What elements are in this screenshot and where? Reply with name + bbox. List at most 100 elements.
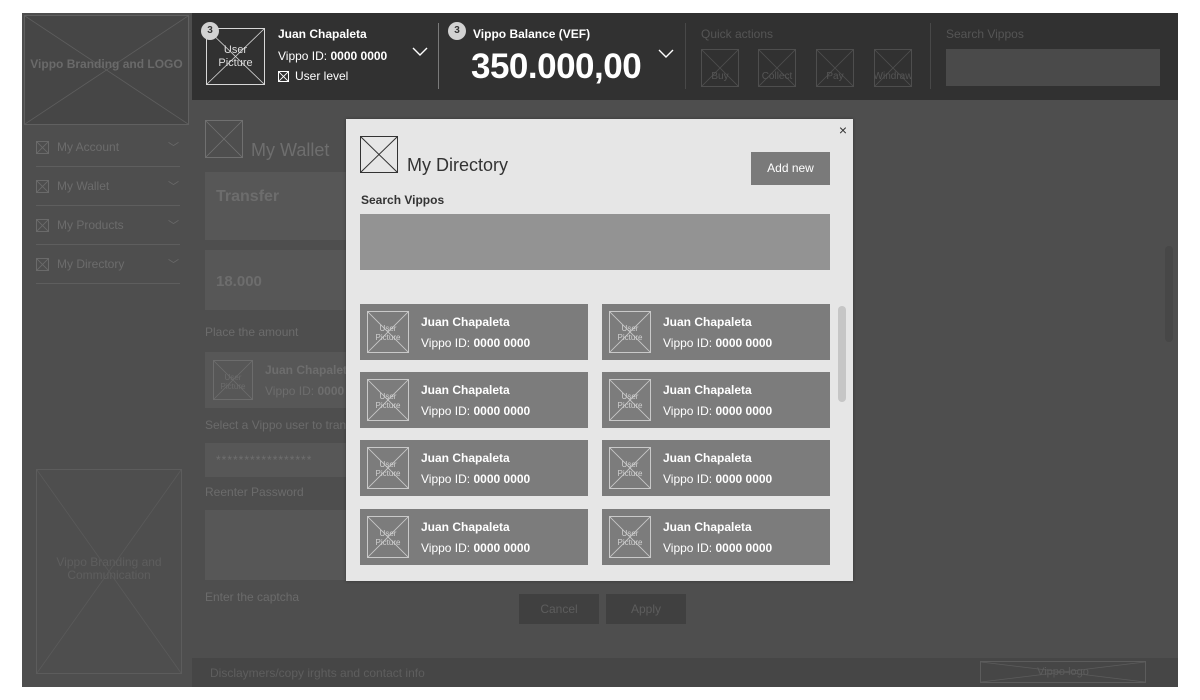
contact-card[interactable]: User Picture Juan Chapaleta Vippo ID: 00…: [360, 304, 588, 360]
contact-card[interactable]: User Picture Juan Chapaleta Vippo ID: 00…: [360, 372, 588, 428]
password-field[interactable]: *****************: [205, 443, 355, 477]
sidebar-item-label: My Directory: [57, 257, 125, 271]
contact-id: Vippo ID: 0000 0000: [663, 404, 772, 418]
quick-action-label: Collect: [761, 71, 793, 82]
directory-icon: [360, 136, 398, 173]
header-search-label: Search Vippos: [946, 27, 1024, 41]
contact-name: Juan Chapaleta: [421, 451, 510, 465]
vippo-id-label: Vippo ID:: [663, 541, 713, 555]
avatar-label: User Picture: [617, 392, 643, 410]
vippo-id-label: Vippo ID:: [421, 404, 471, 418]
my-directory-modal: × My Directory Add new Search Vippos Use…: [346, 119, 853, 581]
vippo-id-value: 0000: [317, 384, 345, 398]
sidebar-item-label: My Products: [57, 218, 124, 232]
footer-logo-label: Vippo logo: [1037, 666, 1089, 678]
sidebar-item-my-products[interactable]: My Products ﹀: [36, 206, 180, 245]
sidebar-item-my-account[interactable]: My Account ﹀: [36, 128, 180, 167]
quick-action-label: Windraw: [874, 71, 912, 82]
password-value: *****************: [216, 453, 313, 467]
vippo-id-value: 0000 0000: [715, 541, 773, 555]
balance-label: Vippo Balance (VEF): [473, 27, 591, 41]
contact-name: Juan Chapaleta: [421, 520, 510, 534]
avatar-label: User Picture: [375, 324, 401, 342]
contacts-scrollbar[interactable]: [838, 306, 846, 402]
chevron-down-icon: ﹀: [168, 220, 179, 232]
avatar-label: User Picture: [375, 392, 401, 410]
reenter-password-label: Reenter Password: [205, 485, 304, 499]
vippo-id-label: Vippo ID:: [663, 336, 713, 350]
footer: Disclaymers/copy irghts and contact info…: [192, 658, 1178, 687]
contact-card[interactable]: User Picture Juan Chapaleta Vippo ID: 00…: [602, 372, 830, 428]
contact-id: Vippo ID: 0000 0000: [421, 404, 530, 418]
quick-action-buy-button[interactable]: Buy: [701, 49, 739, 87]
vippo-id-value: 0000 0000: [330, 49, 388, 63]
amount-field[interactable]: 18.000: [205, 250, 355, 310]
balance-menu-chevron-icon[interactable]: [658, 49, 674, 59]
vippo-id-value: 0000 0000: [715, 404, 773, 418]
vippo-id-value: 0000 0000: [715, 472, 773, 486]
contact-card[interactable]: User Picture Juan Chapaleta Vippo ID: 00…: [360, 509, 588, 565]
page-title: My Wallet: [251, 140, 330, 160]
contact-id: Vippo ID: 0000 0000: [663, 336, 772, 350]
vippo-id-value: 0000 0000: [473, 404, 531, 418]
user-avatar: User Picture: [609, 447, 651, 489]
quick-action-pay-button[interactable]: Pay: [816, 49, 854, 87]
contact-id: Vippo ID: 0000 0000: [663, 541, 772, 555]
apply-button[interactable]: Apply: [606, 594, 686, 624]
user-avatar: User Picture: [609, 379, 651, 421]
avatar-label: User Picture: [617, 324, 643, 342]
sidebar-item-my-wallet[interactable]: My Wallet ﹀: [36, 167, 180, 206]
user-level-icon: [278, 70, 289, 82]
page-scrollbar[interactable]: [1165, 246, 1173, 342]
user-menu-chevron-icon[interactable]: [412, 47, 428, 57]
contact-name: Juan Chapaleta: [421, 383, 510, 397]
vippo-id-value: 0000 0000: [715, 336, 773, 350]
add-new-button[interactable]: Add new: [751, 152, 830, 185]
user-avatar: User Picture: [367, 516, 409, 558]
captcha-image: [205, 510, 355, 580]
cancel-button[interactable]: Cancel: [519, 594, 599, 624]
sidebar-nav: My Account ﹀ My Wallet ﹀ My Products ﹀ M…: [36, 128, 180, 284]
quick-action-label: Pay: [826, 71, 844, 82]
transfer-tab[interactable]: Transfer: [205, 172, 355, 240]
quick-action-label: Buy: [711, 71, 729, 82]
chevron-down-icon: ﹀: [168, 142, 179, 154]
contact-name: Juan Chapaleta: [663, 315, 752, 329]
contact-card[interactable]: User Picture Juan Chapaleta Vippo ID: 00…: [602, 304, 830, 360]
user-level-label: User level: [295, 69, 349, 83]
contact-card[interactable]: User Picture Juan Chapaleta Vippo ID: 00…: [602, 440, 830, 496]
quick-actions-label: Quick actions: [701, 27, 774, 41]
search-vippos-label: Search Vippos: [361, 193, 445, 207]
header-divider: [930, 23, 931, 89]
search-vippos-input[interactable]: [360, 214, 830, 270]
contact-card[interactable]: User Picture Juan Chapaleta Vippo ID: 00…: [602, 509, 830, 565]
avatar-label: User Picture: [218, 44, 253, 69]
user-name: Juan Chapaleta: [278, 27, 367, 41]
user-vippo-id: Vippo ID: 0000 0000: [278, 49, 387, 63]
vippo-id-label: Vippo ID:: [663, 472, 713, 486]
contact-card[interactable]: User Picture Juan Chapaleta Vippo ID: 00…: [360, 440, 588, 496]
chevron-down-icon: ﹀: [168, 259, 179, 271]
sidebar-item-my-directory[interactable]: My Directory ﹀: [36, 245, 180, 284]
vippo-id-label: Vippo ID:: [421, 472, 471, 486]
footer-logo: Vippo logo: [980, 661, 1146, 683]
avatar-label: User Picture: [617, 529, 643, 547]
placeholder-icon: [36, 257, 49, 271]
contact-name: Juan Chapaleta: [421, 315, 510, 329]
quick-action-collect-button[interactable]: Collect: [758, 49, 796, 87]
user-avatar: User Picture: [609, 516, 651, 558]
contact-name: Juan Chapaleta: [663, 383, 752, 397]
avatar-label: User Picture: [375, 529, 401, 547]
contact-id: Vippo ID: 0000 0000: [421, 472, 530, 486]
user-avatar: User Picture: [367, 379, 409, 421]
selected-user-name: Juan Chapaleta: [265, 363, 354, 377]
communication-label: Vippo Branding and Communication: [56, 555, 162, 582]
header-search-input[interactable]: [946, 49, 1160, 86]
selected-user-card[interactable]: User Picture Juan Chapaleta Vippo ID: 00…: [205, 352, 355, 408]
branding-label: Vippo Branding and LOGO: [30, 57, 183, 71]
contact-id: Vippo ID: 0000 0000: [421, 336, 530, 350]
quick-action-withdraw-button[interactable]: Windraw: [874, 49, 912, 87]
close-icon[interactable]: ×: [839, 123, 847, 137]
user-avatar: User Picture: [367, 447, 409, 489]
vippo-id-value: 0000 0000: [473, 472, 531, 486]
